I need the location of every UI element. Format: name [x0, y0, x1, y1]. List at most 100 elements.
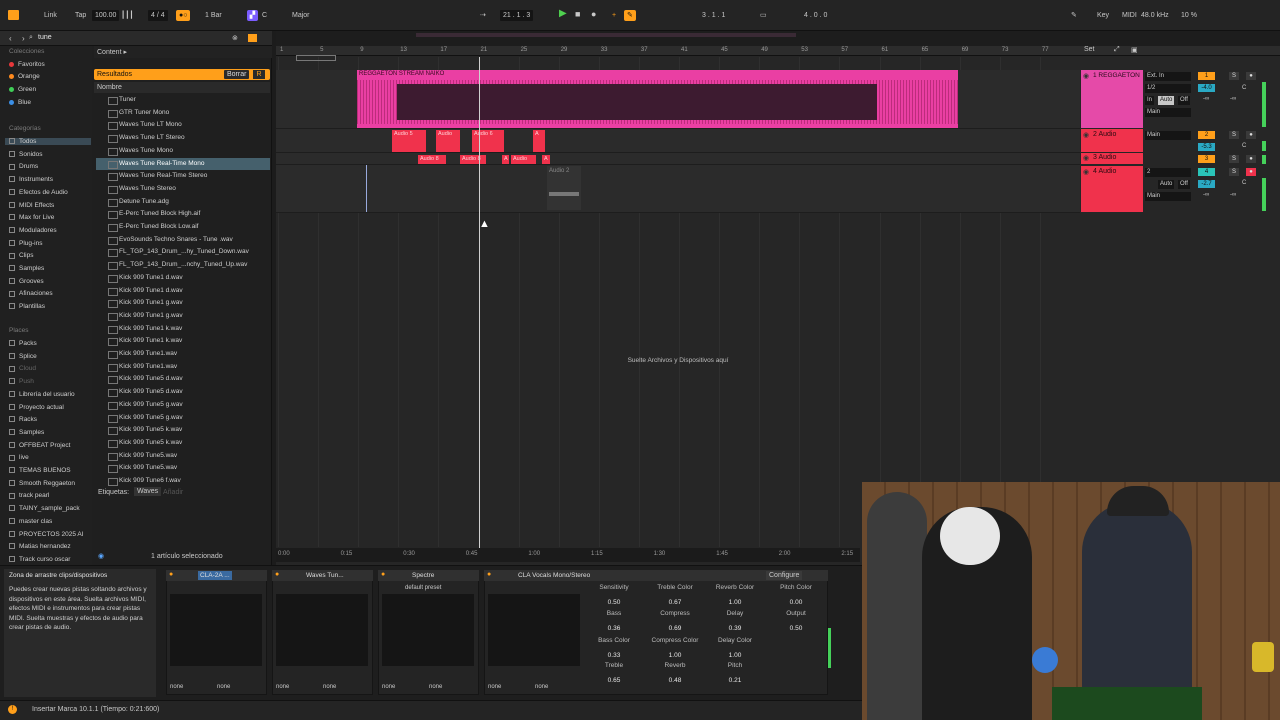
file-list-item[interactable]: Waves Tune Real-Time Mono: [96, 157, 270, 170]
search-filter-icon[interactable]: [248, 34, 257, 42]
key-select[interactable]: C: [262, 10, 267, 21]
category-item[interactable]: Clips: [9, 252, 33, 259]
arm-button[interactable]: ●: [1246, 155, 1256, 163]
device-power-icon[interactable]: ●: [487, 571, 491, 578]
file-list-item[interactable]: FL_TGP_143_Drum_...nchy_Tuned_Up.wav: [96, 259, 270, 271]
solo-button[interactable]: S: [1229, 72, 1239, 80]
device-title[interactable]: Waves Tun...: [306, 571, 344, 580]
audio-clip[interactable]: Audio 6: [472, 130, 504, 152]
collection-blue[interactable]: Blue: [9, 99, 31, 106]
key-map-button[interactable]: Key: [1097, 10, 1109, 21]
output-select[interactable]: Main: [1145, 108, 1191, 117]
file-list-item[interactable]: Waves Tune LT Stereo: [96, 132, 270, 144]
file-list-item[interactable]: Kick 909 Tune5 g.wav: [96, 399, 270, 411]
file-list-item[interactable]: GTR Tuner Mono: [96, 107, 270, 119]
track-fold-icon[interactable]: ◉: [1083, 72, 1089, 80]
search-input[interactable]: tune: [38, 34, 52, 41]
track-header-1[interactable]: ◉ 1 REGGAETON: [1081, 70, 1143, 128]
place-item[interactable]: Proyecto actual: [9, 404, 64, 411]
track-activator[interactable]: 2: [1198, 131, 1215, 139]
device-out-select[interactable]: none: [217, 684, 230, 690]
track-header-4[interactable]: ◉ 4 Audio: [1081, 166, 1143, 212]
file-list-item[interactable]: EvoSounds Techno Snares - Tune .wav: [96, 234, 270, 246]
device-power-icon[interactable]: ●: [169, 571, 173, 578]
param-value[interactable]: 1.00: [650, 652, 700, 659]
category-item[interactable]: Plantillas: [9, 303, 45, 310]
file-list-item[interactable]: FL_TGP_143_Drum_...hy_Tuned_Down.wav: [96, 246, 270, 258]
volume-field[interactable]: -5.3: [1198, 143, 1215, 151]
input-type-select[interactable]: Ext. In: [1145, 72, 1191, 81]
place-item[interactable]: TEMAS BUENOS: [9, 467, 71, 474]
track-fold-icon[interactable]: ◉: [1083, 131, 1089, 139]
category-item[interactable]: Instruments: [9, 176, 53, 183]
place-item[interactable]: Packs: [9, 340, 37, 347]
file-list-item[interactable]: Waves Tune Mono: [96, 145, 270, 157]
loop-brace[interactable]: [296, 55, 336, 61]
expand-icon[interactable]: ⤢: [1114, 46, 1120, 54]
audio-clip[interactable]: Audio 8: [460, 155, 486, 164]
place-item[interactable]: Samples: [9, 429, 44, 436]
main-audio-clip[interactable]: REGGAETON STREAM NAIKO: [357, 70, 958, 128]
track-header-3[interactable]: ◉ 3 Audio: [1081, 153, 1143, 164]
menu-icon[interactable]: [8, 10, 19, 20]
file-list-item[interactable]: Waves Tune Real-Time Stereo: [96, 170, 270, 182]
scale-select[interactable]: Major: [292, 10, 310, 21]
file-list-item[interactable]: Tuner: [96, 94, 270, 106]
device-power-icon[interactable]: ●: [275, 571, 279, 578]
monitor-off-button[interactable]: Off: [1178, 96, 1190, 105]
monitor-auto-button[interactable]: Auto: [1158, 96, 1175, 105]
forward-icon[interactable]: ›: [22, 34, 25, 43]
place-item[interactable]: Splice: [9, 353, 37, 360]
audio-clip[interactable]: Audio 8: [418, 155, 446, 164]
device-out-select[interactable]: none: [170, 684, 183, 690]
song-position-field[interactable]: 21 . 1 . 3: [500, 10, 534, 21]
param-value[interactable]: 0.65: [589, 677, 639, 684]
volume-field[interactable]: -2.7: [1198, 180, 1215, 188]
file-list-item[interactable]: Kick 909 Tune5 d.wav: [96, 386, 270, 398]
category-item[interactable]: Afinaciones: [9, 290, 53, 297]
output-select[interactable]: Main: [1145, 192, 1191, 201]
track-lane-3[interactable]: [276, 153, 1080, 165]
file-list-item[interactable]: Kick 909 Tune5 k.wav: [96, 424, 270, 436]
param-value[interactable]: 0.50: [771, 625, 821, 632]
monitor-in-button[interactable]: In: [1145, 96, 1155, 105]
file-list-item[interactable]: Kick 909 Tune1 k.wav: [96, 323, 270, 335]
send-field[interactable]: -∞: [1203, 192, 1209, 198]
device-title[interactable]: CLA Vocals Mono/Stereo: [518, 571, 590, 580]
category-item[interactable]: Plug-ins: [9, 240, 42, 247]
place-item[interactable]: Racks: [9, 416, 37, 423]
file-list-item[interactable]: Kick 909 Tune5 d.wav: [96, 373, 270, 385]
track-fold-icon[interactable]: ◉: [1083, 154, 1089, 162]
send-field[interactable]: -∞: [1203, 96, 1209, 102]
place-item[interactable]: Smooth Reggaeton: [9, 480, 75, 487]
place-item[interactable]: Push: [9, 378, 34, 385]
file-list-item[interactable]: Kick 909 Tune1.wav: [96, 361, 270, 373]
tempo-field[interactable]: 100.00: [92, 10, 120, 21]
overdub-icon[interactable]: +: [612, 10, 616, 21]
device-power-icon[interactable]: ●: [381, 571, 385, 578]
audio-clip[interactable]: A: [502, 155, 509, 164]
place-item[interactable]: OFFBEAT Project: [9, 442, 70, 449]
device-out-select[interactable]: none: [429, 684, 442, 690]
audio-clip[interactable]: Audio: [436, 130, 460, 152]
overview-region[interactable]: [416, 33, 796, 37]
device-out-select[interactable]: none: [382, 684, 395, 690]
place-item[interactable]: PROYECTOS 2025 AI: [9, 531, 84, 538]
follow-icon[interactable]: ⇢: [480, 10, 486, 21]
place-item[interactable]: live: [9, 454, 29, 461]
collection-favorites[interactable]: Favoritos: [9, 61, 45, 68]
stop-button[interactable]: ■: [575, 9, 580, 20]
automation-arm-icon[interactable]: ✎: [624, 10, 636, 21]
file-list-item[interactable]: Waves Tune LT Mono: [96, 119, 270, 131]
clear-search-icon[interactable]: ⊗: [232, 34, 238, 42]
metronome-icon[interactable]: ┃┃┃: [121, 10, 134, 21]
file-list-item[interactable]: Kick 909 Tune5 g.wav: [96, 412, 270, 424]
monitor-off-button[interactable]: Off: [1178, 180, 1190, 189]
lock-icon[interactable]: ▣: [1131, 46, 1138, 54]
tap-button[interactable]: Tap: [75, 10, 86, 21]
device-out-select[interactable]: none: [488, 684, 501, 690]
quantize-select[interactable]: 1 Bar: [205, 10, 222, 21]
solo-button[interactable]: S: [1229, 131, 1239, 139]
file-list-item[interactable]: Kick 909 Tune5.wav: [96, 450, 270, 462]
draw-mode-icon[interactable]: ✎: [1071, 10, 1077, 21]
